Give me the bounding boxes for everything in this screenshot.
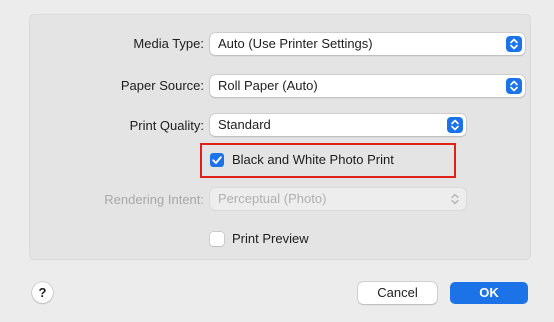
chevron-up-down-icon xyxy=(447,191,463,207)
checkmark-icon xyxy=(212,156,222,164)
chevron-up-down-icon xyxy=(506,78,522,94)
bw-photo-print-checkbox[interactable] xyxy=(210,153,224,167)
rendering-intent-label: Rendering Intent: xyxy=(104,192,204,207)
media-type-value: Auto (Use Printer Settings) xyxy=(218,36,373,51)
media-type-popup[interactable]: Auto (Use Printer Settings) xyxy=(210,33,525,55)
paper-source-popup[interactable]: Roll Paper (Auto) xyxy=(210,75,525,97)
print-preview-checkbox[interactable] xyxy=(210,232,224,246)
help-button[interactable]: ? xyxy=(32,282,53,303)
print-quality-value: Standard xyxy=(218,117,271,132)
paper-source-value: Roll Paper (Auto) xyxy=(218,78,318,93)
cancel-button[interactable]: Cancel xyxy=(358,282,437,304)
print-quality-label: Print Quality: xyxy=(129,118,204,133)
rendering-intent-popup: Perceptual (Photo) xyxy=(210,188,466,210)
print-settings-dialog: Media Type: Auto (Use Printer Settings) … xyxy=(0,0,554,322)
ok-button[interactable]: OK xyxy=(450,282,528,304)
print-preview-label[interactable]: Print Preview xyxy=(232,231,309,246)
chevron-up-down-icon xyxy=(506,36,522,52)
chevron-up-down-icon xyxy=(447,117,463,133)
bw-photo-print-label[interactable]: Black and White Photo Print xyxy=(232,152,394,167)
media-type-label: Media Type: xyxy=(133,36,204,51)
paper-source-label: Paper Source: xyxy=(120,78,204,93)
rendering-intent-value: Perceptual (Photo) xyxy=(218,191,327,206)
print-quality-popup[interactable]: Standard xyxy=(210,114,466,136)
